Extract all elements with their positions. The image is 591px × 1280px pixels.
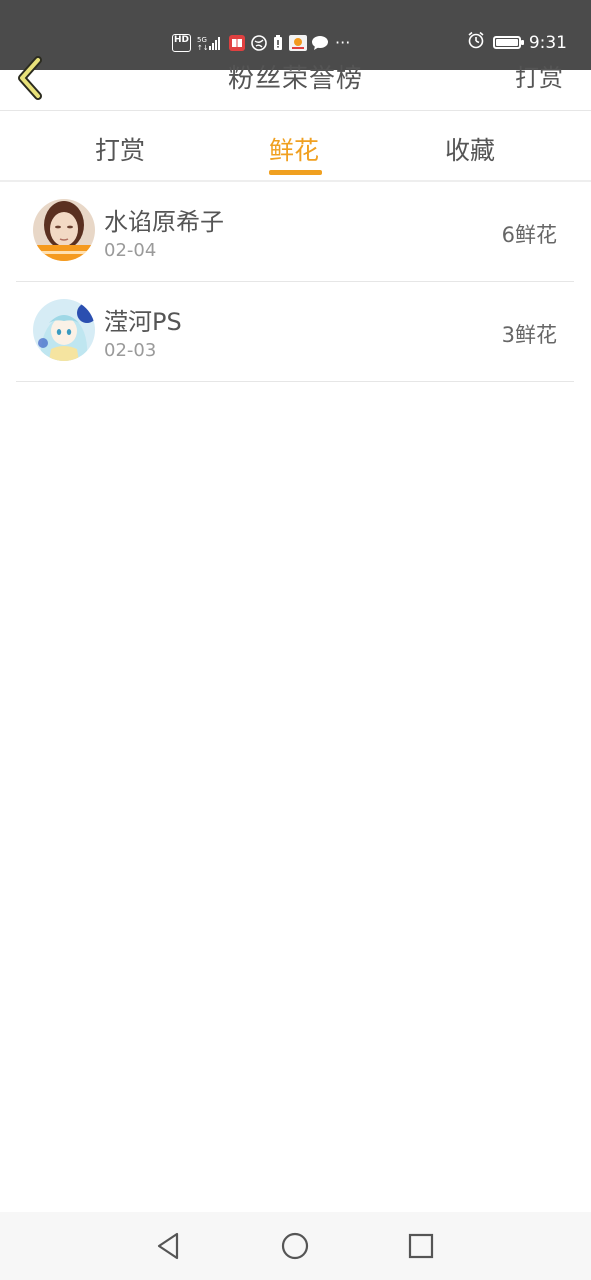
nav-home-button[interactable] xyxy=(279,1230,311,1262)
nav-recents-button[interactable] xyxy=(405,1230,437,1262)
tab-favorites[interactable]: 收藏 xyxy=(445,131,495,167)
hd-icon: HD xyxy=(172,34,192,52)
svg-text:5G: 5G xyxy=(197,36,207,44)
svg-text:↑↓: ↑↓ xyxy=(197,44,209,51)
user-avatar-photo[interactable] xyxy=(33,199,95,261)
battery-alert-icon xyxy=(273,35,283,51)
app-screen: HD 5G ↑↓ ··· 9:31 粉丝荣誉榜 打赏 打赏 鲜花 收藏 水谄原希… xyxy=(0,0,591,1280)
user-name: 水谄原希子 xyxy=(104,208,224,236)
gift-date: 02-04 xyxy=(104,240,157,261)
page-header: 粉丝荣誉榜 打赏 xyxy=(0,56,591,111)
square-recents-icon xyxy=(408,1233,434,1259)
signal-5g-icon: 5G ↑↓ xyxy=(197,35,223,51)
system-navigation-bar xyxy=(0,1212,591,1280)
flower-count: 6鲜花 xyxy=(501,223,557,247)
page-title: 粉丝荣誉榜 xyxy=(227,64,363,94)
fan-ranking-list: 水谄原希子 02-04 6鲜花 滢河PS 02-03 3鲜花 xyxy=(16,182,574,382)
user-name: 滢河PS xyxy=(104,308,182,336)
back-button[interactable] xyxy=(14,56,48,100)
reward-action-button[interactable]: 打赏 xyxy=(515,58,563,93)
clock-time: 9:31 xyxy=(528,32,567,53)
nav-back-button[interactable] xyxy=(153,1230,185,1262)
user-avatar-anime[interactable] xyxy=(33,299,95,361)
active-tab-indicator xyxy=(269,170,322,175)
chevron-left-icon xyxy=(18,56,42,100)
globe-icon xyxy=(251,35,267,51)
more-notifications-icon: ··· xyxy=(335,33,351,52)
status-notification-icons: HD 5G ↑↓ ··· xyxy=(172,33,350,53)
orange-app-icon xyxy=(289,35,308,51)
triangle-back-icon xyxy=(157,1232,179,1260)
gift-date: 02-03 xyxy=(104,340,157,361)
tab-reward[interactable]: 打赏 xyxy=(95,131,145,167)
tab-flowers[interactable]: 鲜花 xyxy=(269,131,319,167)
flower-count: 3鲜花 xyxy=(501,323,557,347)
battery-icon xyxy=(492,36,524,49)
alarm-icon xyxy=(467,31,485,54)
list-item[interactable]: 水谄原希子 02-04 6鲜花 xyxy=(16,182,574,282)
chat-bubble-icon xyxy=(311,35,329,51)
status-right: 9:31 xyxy=(467,31,567,54)
red-book-app-icon xyxy=(229,35,246,51)
battery-level xyxy=(495,39,518,46)
list-item[interactable]: 滢河PS 02-03 3鲜花 xyxy=(16,282,574,382)
tab-bar: 打赏 鲜花 收藏 xyxy=(0,111,591,182)
circle-home-icon xyxy=(281,1232,309,1260)
